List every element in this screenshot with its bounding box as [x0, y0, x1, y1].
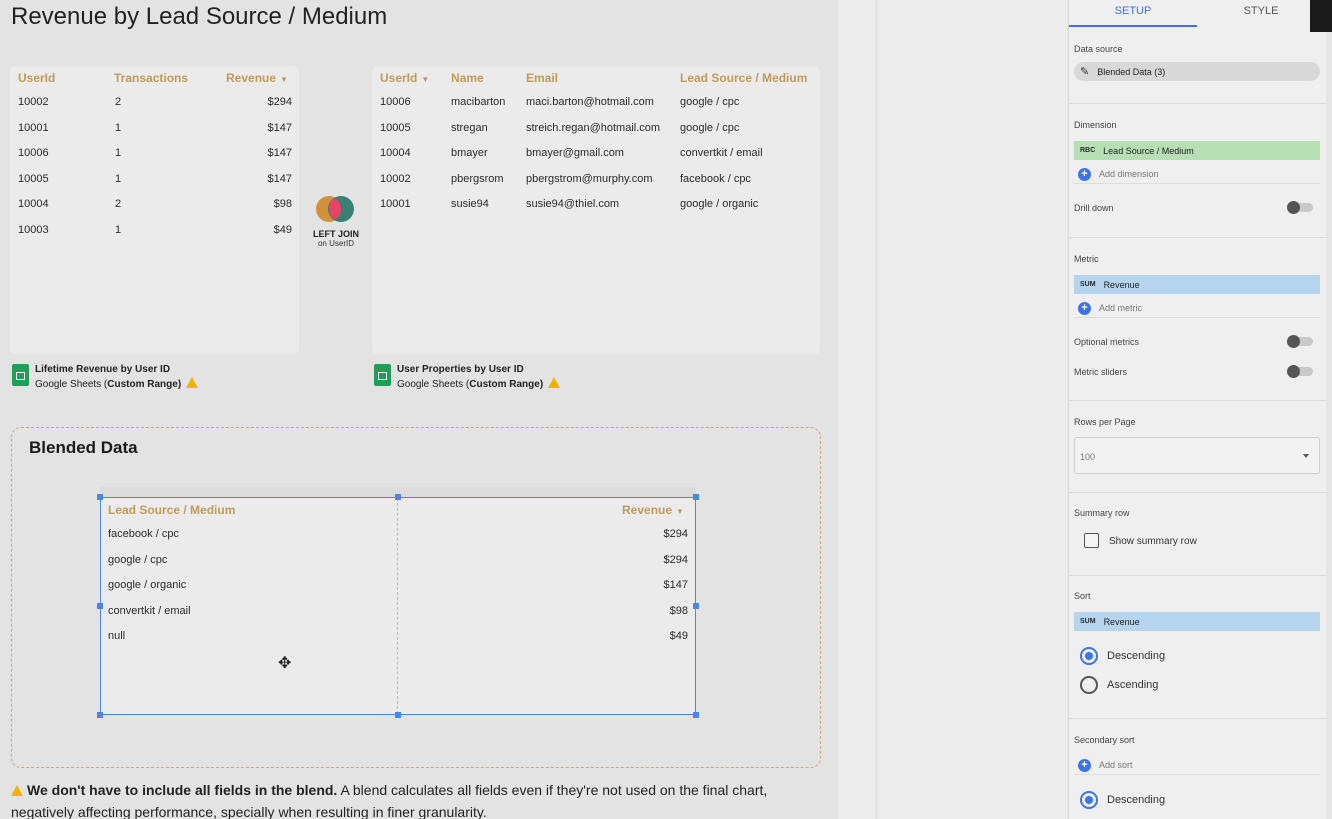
optional-metrics-toggle[interactable] — [1287, 335, 1313, 348]
add-metric-label: Add metric — [1099, 303, 1143, 313]
sort-chip[interactable]: SUM Revenue — [1074, 612, 1320, 631]
rows-per-page-select[interactable]: 100 — [1074, 437, 1320, 474]
cell-revenue: $98 — [669, 604, 688, 617]
edit-pencil-icon[interactable]: ✎ — [1080, 65, 1089, 78]
report-canvas: Revenue by Lead Source / Medium UserId T… — [0, 0, 838, 819]
cell-revenue: $294 — [663, 553, 688, 566]
cell-revenue: $49 — [669, 630, 688, 643]
data-source-label: Data source — [1074, 44, 1123, 54]
add-dimension-label: Add dimension — [1099, 169, 1159, 179]
rows-per-page-label: Rows per Page — [1074, 417, 1136, 427]
metric-chip[interactable]: SUM Revenue — [1074, 275, 1320, 294]
data-source-chip[interactable]: ✎ Blended Data (3) — [1074, 62, 1320, 81]
tab-style[interactable]: STYLE — [1197, 0, 1325, 27]
cell-revenue: $147 — [663, 579, 688, 592]
drill-down-toggle[interactable] — [1287, 201, 1313, 214]
metric-value: Revenue — [1103, 279, 1140, 290]
metric-sliders-label: Metric sliders — [1074, 367, 1128, 377]
canvas-gutter — [838, 0, 1068, 819]
secondary-sort-label: Secondary sort — [1074, 735, 1135, 745]
sum-aggregation-icon: SUM — [1080, 281, 1096, 288]
dimension-value: Lead Source / Medium — [1103, 145, 1194, 156]
plus-icon: + — [1078, 301, 1091, 315]
warning-icon — [11, 785, 23, 796]
sort-value: Revenue — [1103, 616, 1140, 627]
plus-icon: + — [1078, 758, 1091, 772]
rows-per-page-value: 100 — [1080, 452, 1096, 462]
resize-handle-tr[interactable] — [693, 494, 699, 500]
show-summary-row-checkbox[interactable] — [1084, 533, 1099, 548]
summary-row-label: Summary row — [1074, 508, 1130, 518]
resize-handle-ml[interactable] — [97, 603, 103, 609]
show-summary-row-label: Show summary row — [1109, 536, 1197, 547]
move-cursor-icon: ✥ — [278, 655, 292, 672]
cell-lead-source: facebook / cpc — [108, 528, 179, 540]
add-sort-button[interactable]: + Add sort — [1074, 756, 1320, 775]
resize-handle-mr[interactable] — [693, 603, 699, 609]
properties-panel: SETUP STYLE Data source ✎ Blended Data (… — [1068, 0, 1327, 819]
footnote: We don't have to include all fields in t… — [11, 779, 811, 819]
footnote-bold: We don't have to include all fields in t… — [27, 782, 338, 798]
optional-metrics-label: Optional metrics — [1074, 337, 1140, 347]
tab-setup[interactable]: SETUP — [1069, 0, 1197, 27]
secondary-descending-radio[interactable] — [1080, 791, 1098, 809]
metric-label: Metric — [1074, 254, 1099, 264]
cell-lead-source: null — [108, 630, 126, 643]
resize-handle-tm[interactable] — [395, 494, 401, 500]
resize-handle-tl[interactable] — [97, 494, 103, 500]
metric-sliders-toggle[interactable] — [1287, 365, 1313, 378]
drill-down-label: Drill down — [1074, 203, 1114, 213]
sum-aggregation-icon: SUM — [1080, 618, 1096, 625]
cell-lead-source: convertkit / email — [108, 604, 191, 617]
secondary-descending-label: Descending — [1107, 794, 1166, 806]
add-metric-button[interactable]: + Add metric — [1074, 299, 1320, 318]
dropdown-caret-icon — [1303, 454, 1309, 458]
resize-handle-bl[interactable] — [97, 712, 103, 718]
data-source-value: Blended Data (3) — [1097, 66, 1166, 77]
sort-label: Sort — [1074, 591, 1091, 601]
sort-ascending-label: Ascending — [1107, 679, 1159, 691]
cell-lead-source: google / organic — [108, 579, 187, 592]
cell-revenue: $294 — [663, 528, 688, 540]
add-sort-label: Add sort — [1099, 760, 1133, 770]
sort-descending-radio[interactable] — [1080, 647, 1098, 665]
window-edge — [1310, 0, 1332, 32]
plus-icon: + — [1078, 167, 1091, 181]
resize-handle-br[interactable] — [693, 712, 699, 718]
add-dimension-button[interactable]: + Add dimension — [1074, 165, 1320, 184]
dimension-chip[interactable]: RBC Lead Source / Medium — [1074, 141, 1320, 160]
sort-descending-label: Descending — [1107, 650, 1166, 662]
blended-table-rows: facebook / cpc $294 google / cpc $294 google… — [0, 0, 838, 819]
dimension-label: Dimension — [1074, 120, 1117, 130]
sort-ascending-radio[interactable] — [1080, 676, 1098, 694]
cell-lead-source: google / cpc — [108, 553, 168, 566]
resize-handle-bm[interactable] — [395, 712, 401, 718]
text-type-icon: RBC — [1080, 147, 1096, 154]
